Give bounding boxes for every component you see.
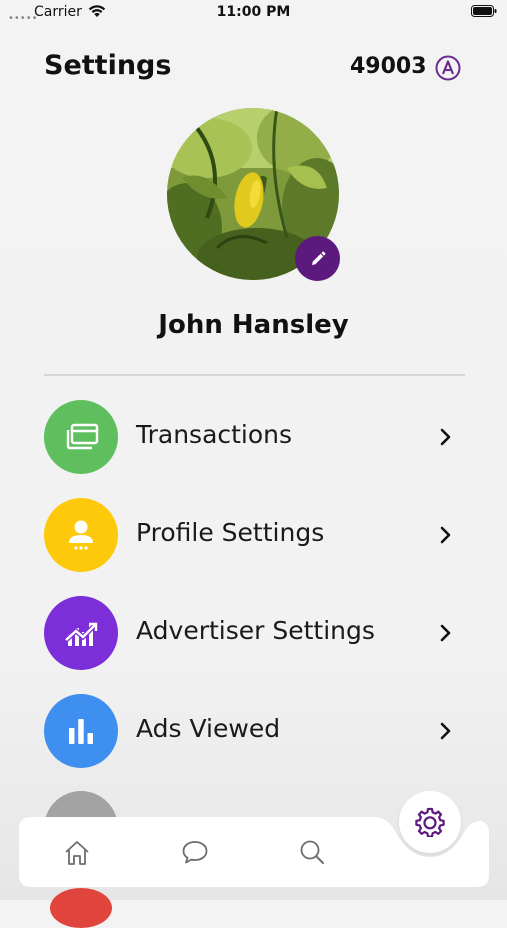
menu-item-transactions[interactable]: Transactions (44, 400, 465, 475)
tab-search[interactable] (295, 835, 329, 869)
user-name: John Hansley (158, 310, 349, 340)
person-icon (69, 520, 93, 550)
tab-home[interactable] (60, 836, 94, 870)
menu-label-transactions: Transactions (136, 420, 293, 449)
menu-item-profile-settings[interactable]: Profile Settings (44, 498, 465, 573)
chevron-right-icon (440, 526, 451, 544)
tab-chat[interactable] (178, 835, 212, 869)
chevron-right-icon (440, 722, 451, 740)
status-bar: ••••• Carrier 11:00 PM (0, 0, 507, 28)
token-a-icon (435, 55, 461, 81)
page-title: Settings (44, 50, 172, 81)
ads-viewed-icon-circle (44, 694, 118, 768)
divider (44, 374, 465, 376)
advertiser-settings-icon-circle (44, 596, 118, 670)
profile-settings-icon-circle (44, 498, 118, 572)
transactions-icon-circle (44, 400, 118, 474)
search-icon (300, 840, 324, 864)
chat-icon (182, 841, 208, 864)
clock: 11:00 PM (216, 4, 291, 20)
points-balance: 49003 (350, 54, 427, 79)
cards-icon (66, 423, 99, 450)
menu-item-advertiser-settings[interactable]: Advertiser Settings (44, 596, 465, 671)
bar-chart-icon (69, 719, 93, 744)
chevron-right-icon (440, 624, 451, 642)
menu-label-ads-viewed: Ads Viewed (136, 714, 281, 743)
menu-label-advertiser-settings: Advertiser Settings (136, 616, 375, 645)
pencil-icon (311, 251, 325, 265)
gear-icon (415, 807, 445, 837)
edit-avatar-button[interactable] (295, 236, 340, 281)
chart-trend-icon (64, 622, 98, 646)
tab-settings[interactable] (399, 791, 461, 853)
battery-icon (471, 5, 497, 17)
chevron-right-icon (440, 428, 451, 446)
home-icon (65, 841, 89, 865)
menu-label-profile-settings: Profile Settings (136, 518, 325, 547)
menu-item-hidden-red[interactable] (50, 888, 112, 928)
menu-item-ads-viewed[interactable]: Ads Viewed (44, 694, 465, 769)
